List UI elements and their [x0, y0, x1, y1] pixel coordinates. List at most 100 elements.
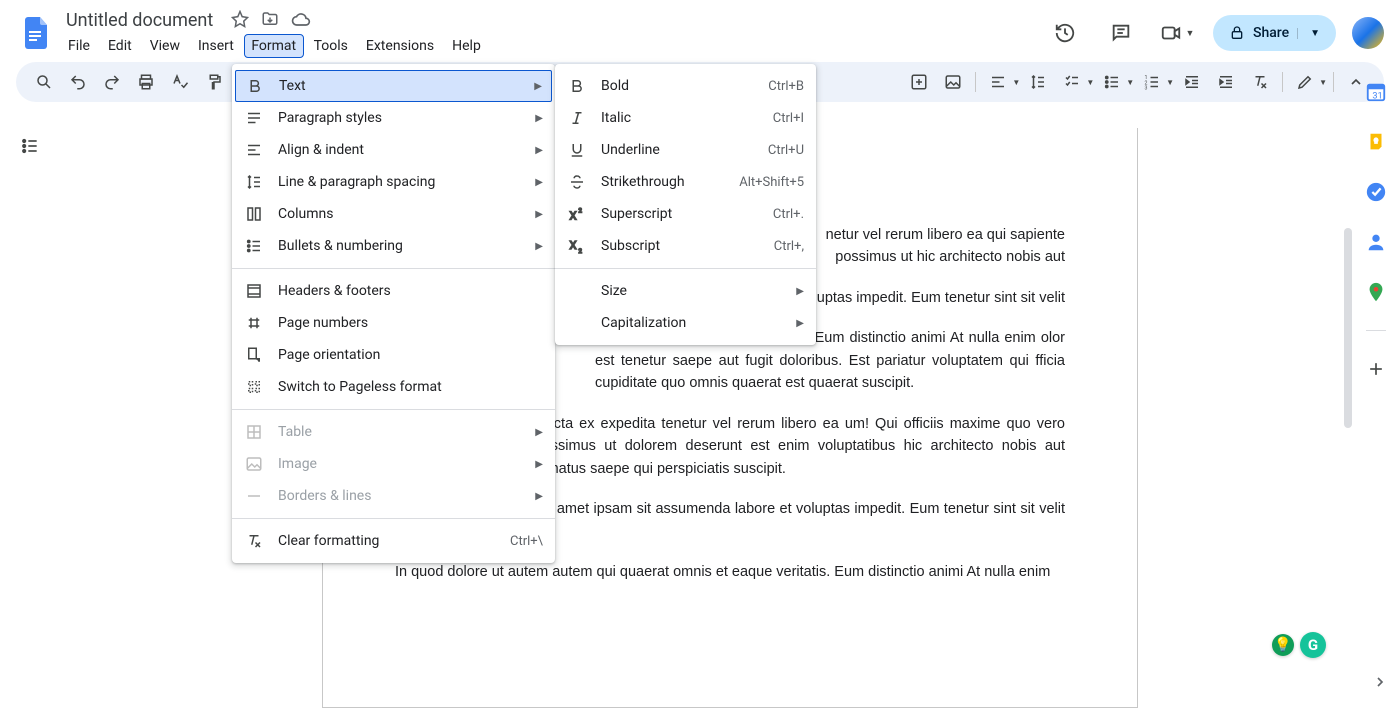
clear-format-icon[interactable]	[1244, 66, 1276, 98]
show-outline-icon[interactable]	[14, 130, 46, 162]
format-item-switch-to-pageless-format[interactable]: Switch to Pageless format	[232, 371, 555, 403]
menu-item-label: Align & indent	[278, 142, 527, 158]
menu-help[interactable]: Help	[444, 34, 489, 58]
columns-icon	[244, 204, 264, 224]
grammarly-icon[interactable]: G	[1300, 632, 1326, 658]
menu-item-label: Superscript	[601, 206, 773, 222]
meet-button[interactable]: ▼	[1157, 13, 1197, 53]
format-item-align-indent[interactable]: Align & indent▶	[232, 134, 555, 166]
format-item-columns[interactable]: Columns▶	[232, 198, 555, 230]
menu-insert[interactable]: Insert	[190, 34, 242, 58]
move-icon[interactable]	[261, 10, 279, 30]
text-item-superscript[interactable]: X2SuperscriptCtrl+.	[555, 198, 816, 230]
hide-side-panel-icon[interactable]	[1372, 674, 1388, 690]
spellcheck-icon[interactable]	[164, 66, 196, 98]
format-item-line-paragraph-spacing[interactable]: Line & paragraph spacing▶	[232, 166, 555, 198]
maps-app-icon[interactable]	[1364, 280, 1388, 304]
share-label: Share	[1253, 25, 1289, 41]
keep-app-icon[interactable]	[1364, 130, 1388, 154]
bulleted-list-icon[interactable]	[1096, 66, 1128, 98]
document-title[interactable]: Untitled document	[60, 8, 219, 33]
undo-icon[interactable]	[62, 66, 94, 98]
text-item-underline[interactable]: UnderlineCtrl+U	[555, 134, 816, 166]
checklist-icon[interactable]	[1056, 66, 1088, 98]
contacts-app-icon[interactable]	[1364, 230, 1388, 254]
submenu-arrow-icon: ▶	[535, 177, 543, 188]
strike-icon	[567, 172, 587, 192]
submenu-arrow-icon: ▶	[796, 318, 804, 329]
paragraph[interactable]: In quod dolore ut autem autem qui quaera…	[395, 561, 1065, 583]
underline-icon	[567, 140, 587, 160]
text-item-size[interactable]: Size▶	[555, 275, 816, 307]
menubar: File Edit View Insert Format Tools Exten…	[60, 34, 1045, 58]
account-avatar[interactable]	[1352, 17, 1384, 49]
svg-text:X: X	[570, 239, 577, 252]
menu-extensions[interactable]: Extensions	[358, 34, 442, 58]
menu-item-label: Text	[279, 78, 526, 94]
format-item-headers-footers[interactable]: Headers & footers	[232, 275, 555, 307]
insert-link-icon[interactable]	[937, 66, 969, 98]
decrease-indent-icon[interactable]	[1176, 66, 1208, 98]
menu-shortcut: Ctrl+\	[510, 534, 543, 549]
format-item-image: Image▶	[232, 448, 555, 480]
star-icon[interactable]	[231, 10, 249, 30]
format-item-bullets-numbering[interactable]: Bullets & numbering ▶	[232, 230, 555, 262]
tasks-app-icon[interactable]	[1364, 180, 1388, 204]
paint-format-icon[interactable]	[198, 66, 230, 98]
share-caret-icon[interactable]: ▼	[1297, 28, 1320, 39]
text-item-italic[interactable]: ItalicCtrl+I	[555, 102, 816, 134]
text-item-strikethrough[interactable]: StrikethroughAlt+Shift+5	[555, 166, 816, 198]
docs-logo-icon[interactable]	[16, 13, 56, 53]
menu-item-label: Image	[278, 456, 527, 472]
paragraph[interactable]: netur vel rerum libero ea qui sapiente p…	[815, 224, 1065, 269]
editing-mode-icon[interactable]	[1289, 66, 1321, 98]
numbered-list-icon[interactable]: 123	[1136, 66, 1168, 98]
menu-item-label: Headers & footers	[278, 283, 543, 299]
image-icon	[244, 454, 264, 474]
format-item-clear-formatting[interactable]: Clear formattingCtrl+\	[232, 525, 555, 557]
scrollbar-thumb[interactable]	[1344, 228, 1352, 428]
pageless-icon	[244, 377, 264, 397]
submenu-arrow-icon: ▶	[535, 241, 543, 252]
cloud-status-icon[interactable]	[291, 10, 311, 30]
menu-item-label: Bold	[601, 78, 768, 94]
align-icon[interactable]	[982, 66, 1014, 98]
submenu-arrow-icon: ▶	[535, 427, 543, 438]
menu-format[interactable]: Format	[244, 34, 304, 58]
italic-icon	[567, 108, 587, 128]
menu-edit[interactable]: Edit	[100, 34, 140, 58]
calendar-app-icon[interactable]: 31	[1364, 80, 1388, 104]
svg-text:2: 2	[579, 208, 583, 215]
format-item-page-numbers[interactable]: Page numbers	[232, 307, 555, 339]
get-addons-icon[interactable]	[1364, 357, 1388, 381]
menu-file[interactable]: File	[60, 34, 98, 58]
format-item-text[interactable]: Text▶	[235, 70, 552, 102]
format-item-paragraph-styles[interactable]: Paragraph styles▶	[232, 102, 555, 134]
text-item-capitalization[interactable]: Capitalization▶	[555, 307, 816, 339]
explore-icon[interactable]: 💡	[1272, 634, 1294, 656]
redo-icon[interactable]	[96, 66, 128, 98]
format-item-table: Table▶	[232, 416, 555, 448]
menu-tools[interactable]: Tools	[306, 34, 356, 58]
text-submenu: BoldCtrl+BItalicCtrl+IUnderlineCtrl+UStr…	[555, 64, 816, 345]
clear-icon	[244, 531, 264, 551]
submenu-arrow-icon: ▶	[535, 491, 543, 502]
print-icon[interactable]	[130, 66, 162, 98]
comments-icon[interactable]	[1101, 13, 1141, 53]
menu-shortcut: Ctrl+I	[773, 111, 804, 126]
search-menus-icon[interactable]	[28, 66, 60, 98]
menu-item-label: Bullets & numbering	[278, 238, 527, 254]
align-icon	[244, 140, 264, 160]
menu-view[interactable]: View	[142, 34, 188, 58]
side-panel: 31	[1352, 70, 1400, 381]
text-item-bold[interactable]: BoldCtrl+B	[555, 70, 816, 102]
text-item-subscript[interactable]: X2SubscriptCtrl+,	[555, 230, 816, 262]
insert-image-icon[interactable]	[903, 66, 935, 98]
increase-indent-icon[interactable]	[1210, 66, 1242, 98]
menu-shortcut: Ctrl+B	[768, 79, 804, 94]
format-item-page-orientation[interactable]: Page orientation	[232, 339, 555, 371]
line-spacing-icon[interactable]	[1022, 66, 1054, 98]
history-icon[interactable]	[1045, 13, 1085, 53]
share-button[interactable]: Share ▼	[1213, 15, 1336, 51]
svg-text:X: X	[570, 209, 577, 222]
